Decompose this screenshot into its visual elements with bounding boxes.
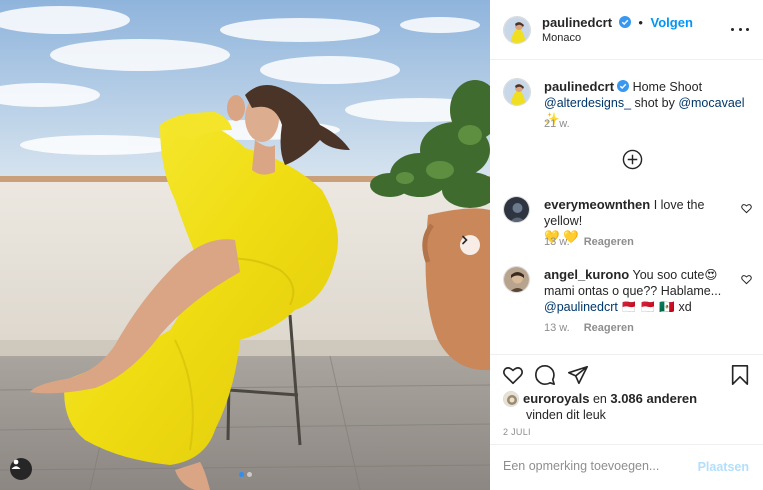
avatar-image <box>504 79 530 105</box>
comment-username[interactable]: angel_kurono <box>544 267 629 282</box>
caption-title: Home Shoot <box>632 80 703 94</box>
location-link[interactable]: Monaco <box>542 32 581 44</box>
tagged-users-button[interactable] <box>10 458 32 480</box>
carousel-dots <box>239 472 252 477</box>
carousel-dot-active <box>239 472 244 477</box>
follow-button[interactable]: Volgen <box>651 15 693 30</box>
heart-icon[interactable] <box>741 203 752 214</box>
post-photo[interactable] <box>0 0 490 490</box>
verified-badge-icon <box>618 16 631 28</box>
caption-username[interactable]: paulinedcrt <box>544 79 614 94</box>
comment-text: angel_kurono You soo cute😍 mami ontas o … <box>544 267 739 315</box>
commenter-avatar[interactable] <box>503 196 530 223</box>
avatar-image <box>504 392 518 406</box>
verified-badge-icon <box>617 80 630 92</box>
liker-username[interactable]: euroroyals <box>523 391 589 406</box>
comment-body: xd <box>678 300 692 314</box>
header-line: paulinedcrt • Volgen <box>542 15 693 30</box>
comment-body: mami ontas o que?? Hablame... <box>544 284 722 298</box>
comment-time[interactable]: 13 w. <box>544 322 570 334</box>
comment-bubble-icon[interactable] <box>534 364 556 386</box>
avatar-image <box>504 17 530 43</box>
username[interactable]: paulinedcrt <box>542 15 612 30</box>
liker-avatar[interactable] <box>503 391 519 407</box>
heart-icon[interactable] <box>741 274 752 285</box>
likes-suffix: vinden dit leuk <box>526 408 606 422</box>
user-icon <box>11 459 21 469</box>
comment-time[interactable]: 13 w. <box>544 236 570 248</box>
carousel-dot <box>247 472 252 477</box>
bookmark-icon[interactable] <box>729 364 751 386</box>
commenter-avatar[interactable] <box>503 266 530 293</box>
separator-dot: • <box>638 15 643 30</box>
reply-button[interactable]: Reageren <box>584 236 634 248</box>
caption-text: paulinedcrt Home Shoot @alterdesigns_ sh… <box>544 79 754 127</box>
post-header: paulinedcrt • Volgen Monaco <box>490 0 763 60</box>
likes-and-text: en <box>592 392 607 406</box>
mention-link[interactable]: @paulinedcrt <box>544 300 618 314</box>
avatar-image <box>504 267 529 292</box>
avatar[interactable] <box>503 16 531 44</box>
next-slide-button[interactable] <box>460 235 480 255</box>
post-sidebar: paulinedcrt • Volgen Monaco paulinedcrt … <box>490 0 763 490</box>
comment-username[interactable]: everymeownthen <box>544 197 650 212</box>
reply-button[interactable]: Reageren <box>584 322 634 334</box>
chevron-right-icon <box>462 235 468 245</box>
photo-scene <box>0 0 490 490</box>
avatar[interactable] <box>503 78 531 106</box>
plus-circle-icon[interactable] <box>622 149 643 170</box>
post-date[interactable]: 2 JULI <box>503 427 531 437</box>
likes-summary: euroroyals en 3.086 anderen vinden dit l… <box>503 391 697 423</box>
mention-link[interactable]: @mocavael <box>678 96 744 110</box>
comment-meta: 13 w. Reageren <box>544 322 634 334</box>
flag-emojis: 🇲🇨 🇲🇨 🇲🇽 <box>621 300 675 314</box>
ellipsis-horizontal-icon <box>731 27 734 31</box>
avatar-image <box>504 197 529 222</box>
share-paper-plane-icon[interactable] <box>567 364 589 386</box>
more-options-button[interactable] <box>731 22 749 36</box>
like-heart-icon[interactable] <box>502 364 524 386</box>
comment-input[interactable] <box>503 459 688 473</box>
comment-body: You soo cute😍 <box>632 268 718 282</box>
mention-link[interactable]: @alterdesigns_ <box>544 96 631 110</box>
likes-count[interactable]: 3.086 anderen <box>610 391 697 406</box>
comment-meta: 13 w. Reageren <box>544 236 634 248</box>
caption-timestamp[interactable]: 21 w. <box>544 118 570 130</box>
caption-mid: shot by <box>634 96 675 110</box>
add-comment-bar: Plaatsen <box>490 444 763 490</box>
post-comment-button[interactable]: Plaatsen <box>698 460 749 474</box>
